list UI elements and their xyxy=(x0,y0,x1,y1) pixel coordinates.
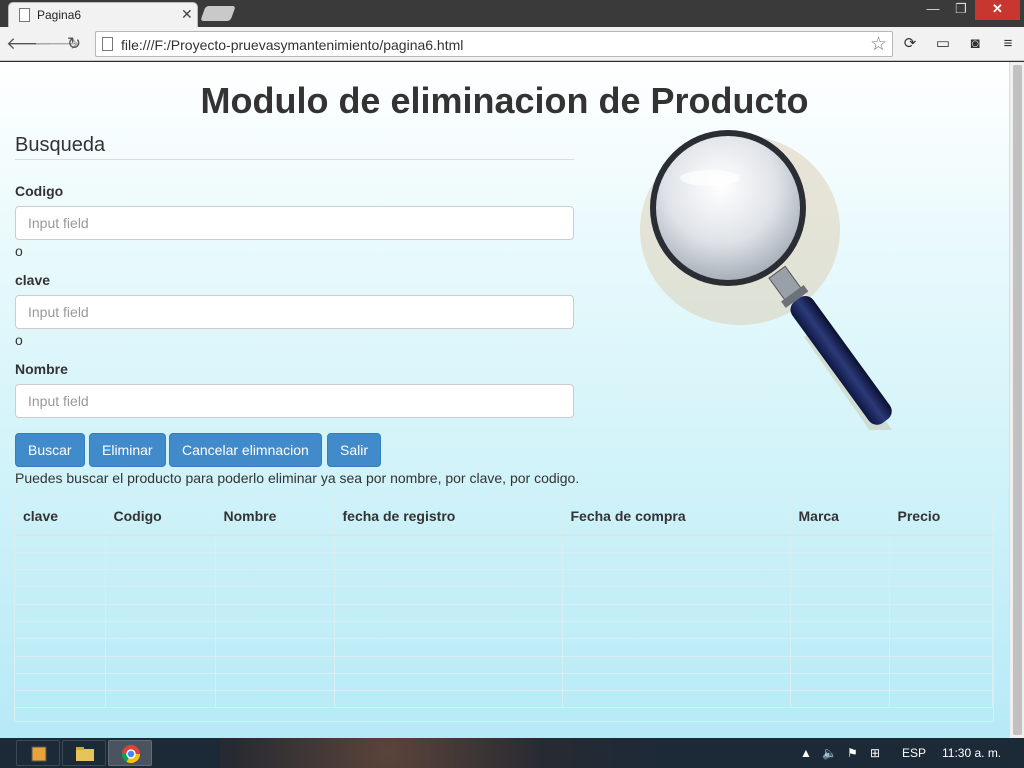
products-table: clave Codigo Nombre fecha de registro Fe… xyxy=(14,497,994,722)
reload-icon[interactable]: ↻ xyxy=(63,33,85,55)
taskbar: ▲ 🔈 ⚑ ⊞ ESP 11:30 a. m. xyxy=(0,738,1024,768)
volume-icon[interactable]: 🔈 xyxy=(822,746,837,760)
bookmark-star-icon[interactable]: ☆ xyxy=(870,33,887,56)
table-row xyxy=(15,621,993,640)
codigo-label: Codigo xyxy=(15,183,64,199)
tray-chevron-icon[interactable]: ▲ xyxy=(800,746,812,760)
address-bar[interactable]: file:///F:/Proyecto-pruevasymantenimient… xyxy=(95,31,893,57)
salir-button[interactable]: Salir xyxy=(327,433,382,467)
maximize-button[interactable]: ❐ xyxy=(950,0,972,20)
new-tab-button[interactable] xyxy=(200,6,236,21)
page-viewport: Modulo de eliminacion de Producto Busque… xyxy=(0,62,1009,738)
action-center-flag-icon[interactable]: ⚑ xyxy=(847,746,858,760)
minimize-button[interactable]: — xyxy=(922,0,944,20)
tab-title: Pagina6 xyxy=(37,8,82,22)
table-body xyxy=(15,535,993,709)
sublime-app-icon[interactable] xyxy=(16,740,60,766)
nombre-label: Nombre xyxy=(15,361,68,377)
incognito-icon[interactable]: ◙ xyxy=(964,33,986,55)
forward-arrow-icon[interactable]: 🡒 xyxy=(34,33,80,55)
codigo-input[interactable] xyxy=(15,206,574,240)
tab-close-icon[interactable]: ✕ xyxy=(181,6,193,23)
column-header: fecha de registro xyxy=(334,498,563,536)
address-url[interactable]: file:///F:/Proyecto-pruevasymantenimient… xyxy=(121,37,463,53)
column-header: Fecha de compra xyxy=(562,498,791,536)
browser-titlebar: Pagina6 ✕ — ❐ ✕ xyxy=(0,0,1024,27)
browser-tab[interactable]: Pagina6 ✕ xyxy=(8,2,198,27)
column-header: Marca xyxy=(790,498,890,536)
or-text: o xyxy=(15,332,23,348)
table-header-row: clave Codigo Nombre fecha de registro Fe… xyxy=(15,498,993,536)
file-explorer-icon[interactable] xyxy=(62,740,106,766)
page-icon xyxy=(19,8,30,22)
screen-capture-icon[interactable]: ▭ xyxy=(932,33,954,55)
column-header: Nombre xyxy=(215,498,335,536)
nombre-input[interactable] xyxy=(15,384,574,418)
eliminar-button[interactable]: Eliminar xyxy=(89,433,166,467)
table-row xyxy=(15,569,993,588)
browser-toolbar: 🡐 🡒 ↻ file:///F:/Proyecto-pruevasymanten… xyxy=(0,27,1024,61)
buscar-button[interactable]: Buscar xyxy=(15,433,85,467)
section-title: Busqueda xyxy=(15,134,106,156)
back-arrow-icon[interactable]: 🡐 xyxy=(6,33,52,55)
column-header: Codigo xyxy=(105,498,216,536)
taskbar-wallpaper xyxy=(220,738,780,768)
table-row xyxy=(15,690,993,709)
column-header: Precio xyxy=(889,498,993,536)
table-row xyxy=(15,535,993,553)
or-text: o xyxy=(15,243,23,259)
clock[interactable]: 11:30 a. m. xyxy=(942,746,1001,760)
table-row xyxy=(15,586,993,605)
scrollbar-thumb[interactable] xyxy=(1013,65,1022,735)
page-icon xyxy=(102,37,113,51)
help-text: Puedes buscar el producto para poderlo e… xyxy=(15,470,580,486)
network-icon[interactable]: ⊞ xyxy=(870,746,880,760)
column-header: clave xyxy=(15,498,106,536)
menu-icon[interactable]: ≡ xyxy=(997,33,1019,55)
sync-icon[interactable]: ⟳ xyxy=(899,33,921,55)
chrome-app-icon[interactable] xyxy=(108,740,152,766)
table-row xyxy=(15,604,993,622)
table-row xyxy=(15,552,993,571)
table-row xyxy=(15,656,993,674)
magnifying-glass-image xyxy=(640,130,893,430)
section-divider xyxy=(15,159,574,160)
language-indicator[interactable]: ESP xyxy=(902,746,926,760)
page-title: Modulo de eliminacion de Producto xyxy=(200,80,809,121)
clave-input[interactable] xyxy=(15,295,574,329)
table-row xyxy=(15,638,993,657)
clave-label: clave xyxy=(15,272,51,288)
table-row xyxy=(15,673,993,692)
window-close-button[interactable]: ✕ xyxy=(975,0,1020,20)
cancelar-eliminacion-button[interactable]: Cancelar elimnacion xyxy=(169,433,322,467)
vertical-scrollbar[interactable] xyxy=(1009,62,1024,738)
